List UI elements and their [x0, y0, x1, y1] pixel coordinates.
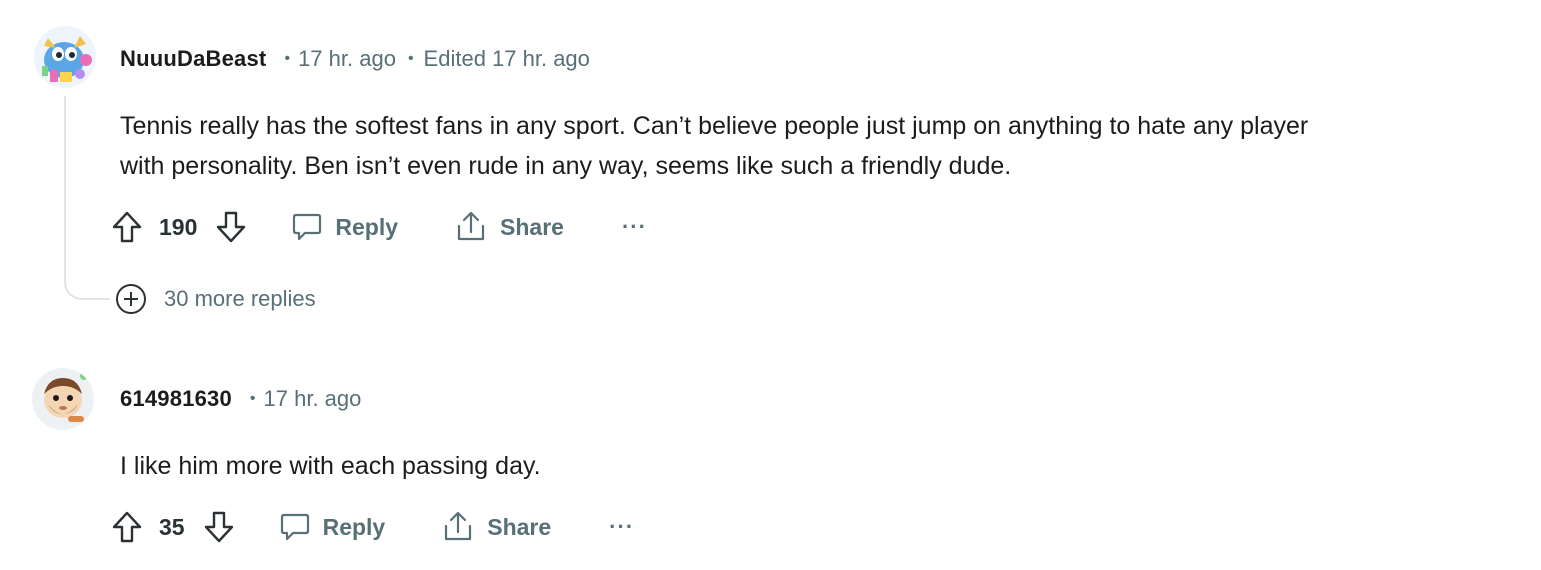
comment-actions: 190 Reply Share ···: [111, 207, 647, 247]
downvote-arrow-icon[interactable]: [215, 210, 247, 244]
speech-bubble-icon: [293, 213, 322, 241]
reply-label: Reply: [322, 513, 386, 540]
share-button[interactable]: Share: [441, 510, 551, 544]
thread-line[interactable]: [64, 96, 110, 300]
more-options-button[interactable]: ···: [609, 514, 634, 540]
separator-dot: •: [249, 390, 256, 407]
edited-label: Edited 17 hr. ago: [423, 46, 590, 71]
comment-body-line: I like him more with each passing day.: [120, 452, 541, 480]
reply-button[interactable]: Reply: [279, 511, 386, 543]
share-icon: [445, 511, 472, 541]
reply-label: Reply: [335, 213, 399, 240]
comment-meta: NuuuDaBeast • 17 hr. ago • Edited 17 hr.…: [120, 44, 590, 74]
timestamp[interactable]: 17 hr. ago: [298, 46, 396, 72]
share-button[interactable]: Share: [454, 210, 564, 244]
vote-score: 35: [159, 513, 185, 540]
comment-body-line: Tennis really has the softest fans in an…: [120, 112, 1309, 140]
timestamp[interactable]: 17 hr. ago: [264, 386, 362, 412]
more-options-button[interactable]: ···: [622, 214, 647, 240]
comment-body: I like him more with each passing day.: [120, 446, 541, 486]
share-label: Share: [500, 213, 564, 240]
snoo-avatar-icon: [34, 26, 96, 88]
plus-circle-icon: [116, 284, 146, 314]
comment-actions: 35 Reply Share ···: [111, 507, 634, 547]
avatar[interactable]: [32, 368, 94, 430]
author-name[interactable]: 614981630: [120, 386, 232, 412]
share-icon: [457, 211, 485, 241]
separator-dot: •: [284, 50, 291, 67]
snoo-avatar-icon: [32, 368, 94, 430]
speech-bubble-icon: [280, 513, 309, 541]
avatar[interactable]: [34, 26, 96, 88]
vote-score: 190: [159, 213, 198, 240]
author-name[interactable]: NuuuDaBeast: [120, 46, 266, 72]
upvote-arrow-icon[interactable]: [111, 210, 143, 244]
more-replies-button[interactable]: 30 more replies: [114, 282, 316, 316]
upvote-arrow-icon[interactable]: [111, 510, 143, 544]
comment-meta: 614981630 • 17 hr. ago: [120, 384, 361, 414]
comment-body-line: with personality. Ben isn’t even rude in…: [120, 152, 1012, 180]
downvote-arrow-icon[interactable]: [203, 510, 235, 544]
more-replies-label: 30 more replies: [164, 286, 316, 311]
reply-button[interactable]: Reply: [291, 211, 398, 243]
comment-body: Tennis really has the softest fans in an…: [120, 106, 1308, 186]
share-label: Share: [487, 513, 552, 540]
separator-dot: •: [407, 50, 414, 67]
